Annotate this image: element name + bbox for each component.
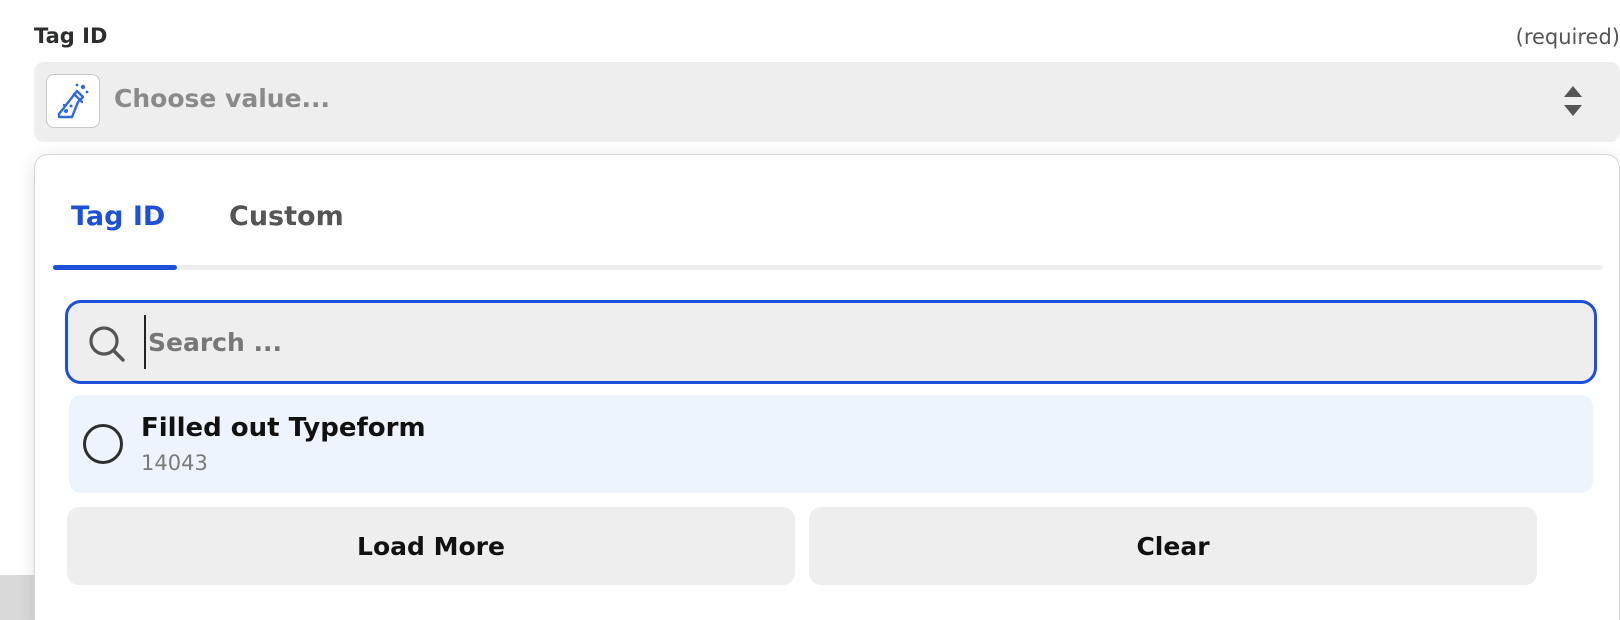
app-icon <box>46 74 100 128</box>
field-label: Tag ID <box>34 24 108 48</box>
sort-arrows-icon[interactable] <box>1562 84 1584 118</box>
option-title: Filled out Typeform <box>141 413 426 443</box>
list-item[interactable]: Filled out Typeform 14043 <box>69 395 1593 493</box>
tab-track <box>53 265 1603 270</box>
tag-id-select[interactable]: Choose value... <box>34 62 1620 142</box>
search-icon <box>89 326 125 362</box>
tab-custom[interactable]: Custom <box>229 201 344 232</box>
option-id: 14043 <box>141 451 208 475</box>
dropdown-tabs: Tag ID Custom <box>53 155 1603 271</box>
search-box <box>65 300 1597 384</box>
load-more-button[interactable]: Load More <box>67 507 795 585</box>
option-radio[interactable] <box>83 424 123 464</box>
search-input[interactable] <box>144 315 1564 369</box>
active-tab-indicator <box>53 265 177 270</box>
select-placeholder: Choose value... <box>114 84 331 113</box>
tag-id-dropdown: Tag ID Custom Filled out Typeform 14043 … <box>34 154 1620 620</box>
tab-tag-id[interactable]: Tag ID <box>71 201 165 232</box>
required-indicator: (required) <box>1515 25 1620 49</box>
flask-icon <box>57 83 89 119</box>
clear-button[interactable]: Clear <box>809 507 1537 585</box>
